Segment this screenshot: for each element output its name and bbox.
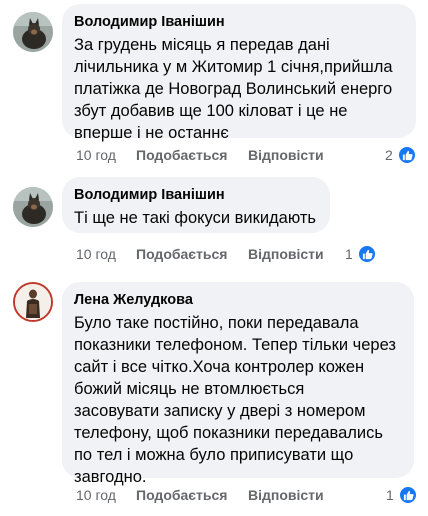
comment-time[interactable]: 10 год	[76, 245, 116, 263]
reaction-count: 1	[345, 246, 353, 262]
comment-time[interactable]: 10 год	[76, 486, 116, 504]
comment-bubble: Лена Желудкова Було таке постійно, поки …	[62, 282, 414, 486]
avatar[interactable]	[13, 12, 53, 52]
reply-button[interactable]: Відповісти	[248, 486, 324, 504]
comment-text: Було таке постійно, поки передавала пока…	[74, 314, 396, 486]
comment-time[interactable]: 10 год	[76, 146, 116, 164]
like-button[interactable]: Подобається	[136, 146, 227, 164]
comment-author[interactable]: Володимир Іванішин	[74, 186, 318, 204]
like-button[interactable]: Подобається	[136, 245, 227, 263]
reply-button[interactable]: Відповісти	[248, 245, 324, 263]
like-button[interactable]: Подобається	[136, 486, 227, 504]
comment-text: За грудень місяць я передав дані лічильн…	[74, 36, 393, 142]
avatar[interactable]	[13, 282, 53, 322]
avatar[interactable]	[13, 187, 53, 227]
thumbs-up-icon	[398, 146, 416, 164]
reply-button[interactable]: Відповісти	[248, 146, 324, 164]
comment-bubble: Володимир Іванішин За грудень місяць я п…	[62, 4, 416, 142]
reaction-count: 1	[386, 487, 394, 503]
thumbs-up-icon	[399, 486, 417, 504]
dog-avatar-icon	[13, 187, 53, 227]
thumbs-up-icon	[358, 245, 376, 263]
comment-author[interactable]: Володимир Іванішин	[74, 13, 404, 31]
person-avatar-icon	[15, 284, 51, 320]
comment-author[interactable]: Лена Желудкова	[74, 291, 402, 309]
reaction-count: 2	[385, 147, 393, 163]
comment-text: Ті ще не такі фокуси викидають	[74, 209, 317, 227]
dog-avatar-icon	[13, 12, 53, 52]
comment-bubble: Володимир Іванішин Ті ще не такі фокуси …	[62, 177, 330, 233]
